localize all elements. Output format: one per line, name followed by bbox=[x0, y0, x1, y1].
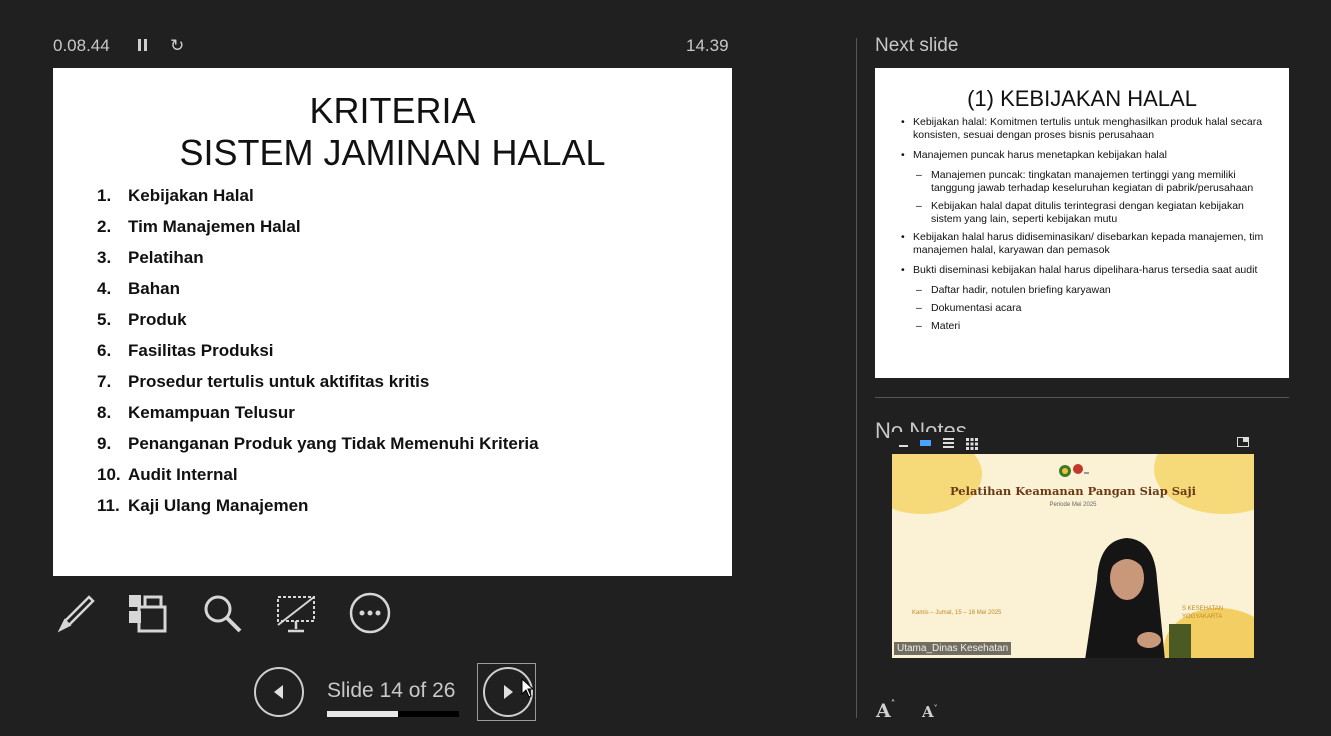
zoom-icon bbox=[204, 595, 242, 633]
video-banner-dates: Kamis – Jumat, 15 – 16 Mei 2025 bbox=[912, 610, 1002, 616]
pen-tool-button[interactable] bbox=[52, 590, 98, 636]
pen-icon bbox=[57, 595, 95, 633]
black-screen-icon bbox=[277, 596, 315, 633]
next-bullet: Kebijakan halal harus didiseminasikan/ d… bbox=[901, 231, 1271, 257]
see-all-slides-button[interactable] bbox=[124, 590, 170, 636]
pause-icon[interactable] bbox=[136, 37, 150, 53]
criteria-text: Audit Internal bbox=[128, 465, 238, 484]
criteria-item: 2. Tim Manajemen Halal bbox=[97, 217, 539, 248]
video-toolbar bbox=[892, 432, 1254, 454]
black-screen-button[interactable] bbox=[273, 590, 319, 636]
criteria-text: Bahan bbox=[128, 279, 180, 298]
increase-font-size-button[interactable]: A˄ bbox=[876, 700, 895, 722]
criteria-number: 6. bbox=[97, 341, 112, 360]
participant-name: Utama_Dinas Kesehatan bbox=[894, 642, 1012, 655]
gallery-view-icon[interactable] bbox=[966, 437, 978, 450]
speaker-view-icon[interactable] bbox=[920, 437, 932, 447]
criteria-list: 1. Kebijakan Halal 2. Tim Manajemen Halal 3.… bbox=[97, 186, 539, 527]
minimize-icon[interactable] bbox=[898, 437, 910, 447]
elapsed-timer: 0.08.44 bbox=[53, 36, 110, 55]
panel-divider[interactable] bbox=[856, 38, 857, 718]
slide-counter: Slide 14 of 26 bbox=[327, 679, 456, 702]
next-slide-button-focus[interactable] bbox=[477, 663, 536, 721]
video-banner-title: Pelatihan Keamanan Pangan Siap Saji bbox=[949, 484, 1197, 498]
zoom-button[interactable] bbox=[199, 590, 245, 636]
criteria-text: Prosedur tertulis untuk aktifitas kritis bbox=[128, 372, 430, 391]
clock: 14.39 bbox=[686, 36, 729, 55]
criteria-item: 5. Produk bbox=[97, 310, 539, 341]
criteria-text: Kebijakan Halal bbox=[128, 186, 254, 205]
next-bullet: Kebijakan halal: Komitmen tertulis untuk… bbox=[901, 116, 1271, 142]
video-banner-period: Periode Mei 2025 bbox=[1049, 502, 1097, 508]
criteria-item: 3. Pelatihan bbox=[97, 248, 539, 279]
criteria-item: 7. Prosedur tertulis untuk aktifitas krit… bbox=[97, 372, 539, 403]
next-slide-body: Kebijakan halal: Komitmen tertulis untuk… bbox=[901, 116, 1271, 338]
next-subbullet: Dokumentasi acara bbox=[901, 302, 1271, 315]
slide-title-line1: KRITERIA bbox=[309, 90, 476, 131]
criteria-number: 3. bbox=[97, 248, 112, 267]
see-all-slides-icon bbox=[129, 595, 167, 633]
criteria-number: 4. bbox=[97, 279, 112, 298]
criteria-number: 7. bbox=[97, 372, 112, 391]
next-subbullet: Manajemen puncak: tingkatan manajemen te… bbox=[901, 169, 1271, 195]
notes-divider[interactable] bbox=[875, 397, 1289, 398]
criteria-number: 1. bbox=[97, 186, 112, 205]
more-options-button[interactable] bbox=[347, 590, 393, 636]
slide-progress-bar bbox=[327, 711, 459, 717]
next-bullet: Bukti diseminasi kebijakan halal harus d… bbox=[901, 264, 1271, 277]
criteria-text: Fasilitas Produksi bbox=[128, 341, 274, 360]
criteria-text: Kemampuan Telusur bbox=[128, 403, 295, 422]
criteria-text: Produk bbox=[128, 310, 187, 329]
exit-minimized-icon[interactable] bbox=[1237, 437, 1250, 447]
presenter-video bbox=[1085, 538, 1191, 658]
criteria-item: 10. Audit Internal bbox=[97, 465, 539, 496]
criteria-item: 11. Kaji Ulang Manajemen bbox=[97, 496, 539, 527]
criteria-number: 11. bbox=[97, 496, 120, 515]
next-subbullet: Materi bbox=[901, 320, 1271, 333]
criteria-number: 8. bbox=[97, 403, 112, 422]
mouse-cursor-icon bbox=[521, 678, 535, 698]
next-subbullet: Daftar hadir, notulen briefing karyawan bbox=[901, 284, 1271, 297]
criteria-text: Pelatihan bbox=[128, 248, 204, 267]
criteria-number: 9. bbox=[97, 434, 112, 453]
video-call-window[interactable]: Pelatihan Keamanan Pangan Siap Saji Peri… bbox=[892, 432, 1254, 658]
decrease-font-size-button[interactable]: A˅ bbox=[922, 703, 938, 721]
criteria-number: 2. bbox=[97, 217, 112, 236]
next-slide-label: Next slide bbox=[875, 35, 959, 56]
list-view-icon[interactable] bbox=[943, 437, 955, 448]
previous-slide-button[interactable] bbox=[254, 667, 304, 717]
criteria-item: 9. Penanganan Produk yang Tidak Memenuhi … bbox=[97, 434, 539, 465]
next-slide-title: (1) KEBIJAKAN HALAL bbox=[967, 86, 1197, 111]
shared-video-frame: Pelatihan Keamanan Pangan Siap Saji Peri… bbox=[892, 454, 1254, 658]
criteria-number: 10. bbox=[97, 465, 121, 484]
criteria-item: 8. Kemampuan Telusur bbox=[97, 403, 539, 434]
next-slide-preview[interactable]: (1) KEBIJAKAN HALAL Kebijakan halal: Kom… bbox=[875, 68, 1289, 378]
next-subbullet: Kebijakan halal dapat ditulis terintegra… bbox=[901, 200, 1271, 226]
chevron-left-icon bbox=[274, 685, 283, 699]
current-slide[interactable]: KRITERIA SISTEM JAMINAN HALAL 1. Kebijaka… bbox=[53, 68, 732, 576]
criteria-item: 1. Kebijakan Halal bbox=[97, 186, 539, 217]
chevron-right-icon bbox=[504, 685, 513, 699]
criteria-text: Tim Manajemen Halal bbox=[128, 217, 301, 236]
organization-logo-icon bbox=[1059, 464, 1089, 477]
slide-progress-fill bbox=[327, 711, 399, 717]
more-options-icon bbox=[349, 592, 391, 634]
criteria-item: 4. Bahan bbox=[97, 279, 539, 310]
slide-title-line2: SISTEM JAMINAN HALAL bbox=[179, 132, 606, 173]
restart-timer-icon[interactable]: ↻ bbox=[170, 36, 184, 56]
next-bullet: Manajemen puncak harus menetapkan kebija… bbox=[901, 149, 1271, 162]
criteria-number: 5. bbox=[97, 310, 112, 329]
criteria-text: Kaji Ulang Manajemen bbox=[128, 496, 309, 515]
criteria-text: Penanganan Produk yang Tidak Memenuhi Kr… bbox=[128, 434, 539, 453]
criteria-item: 6. Fasilitas Produksi bbox=[97, 341, 539, 372]
